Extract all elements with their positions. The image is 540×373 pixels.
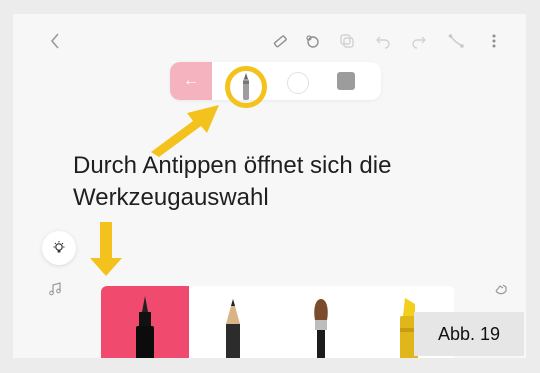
music-note-icon[interactable] bbox=[47, 281, 63, 297]
caption-line-1: Durch Antippen öffnet sich die bbox=[73, 152, 392, 179]
tool-tray bbox=[101, 286, 454, 358]
app-screen: ← Durch Antippen öffnet sich die Werkzeu… bbox=[13, 14, 526, 358]
undo-icon[interactable] bbox=[374, 32, 392, 50]
caption-text: Durch Antippen öffnet sich die Werkzeuga… bbox=[73, 150, 513, 214]
lasso-icon[interactable] bbox=[303, 32, 321, 50]
tray-tool-pencil[interactable] bbox=[189, 286, 277, 358]
tray-tool-fineliner[interactable] bbox=[101, 286, 189, 358]
caption-line-2: Werkzeugauswahl bbox=[73, 184, 269, 211]
idea-button[interactable] bbox=[42, 231, 76, 265]
pencil-icon bbox=[226, 299, 240, 358]
more-icon[interactable] bbox=[485, 32, 503, 50]
redo-icon[interactable] bbox=[410, 32, 428, 50]
arrow-left-icon: ← bbox=[183, 72, 199, 89]
tray-tool-brush[interactable] bbox=[277, 286, 365, 358]
fineliner-pen-icon bbox=[136, 296, 154, 358]
top-toolbar bbox=[13, 14, 526, 64]
close-tool-panel-button[interactable]: ← bbox=[170, 62, 212, 100]
figure-label: Abb. 19 bbox=[414, 312, 524, 356]
brush-icon bbox=[314, 299, 328, 358]
back-icon[interactable] bbox=[46, 32, 64, 50]
path-icon[interactable] bbox=[447, 32, 465, 50]
lightbulb-icon bbox=[53, 241, 65, 253]
ruler-icon[interactable] bbox=[271, 32, 289, 50]
arrow-down-icon bbox=[90, 222, 122, 276]
hand-tool-icon[interactable] bbox=[493, 281, 509, 297]
color-swatch-icon[interactable] bbox=[337, 72, 355, 90]
stroke-size-icon[interactable] bbox=[287, 72, 309, 94]
copy-icon[interactable] bbox=[338, 32, 356, 50]
pen-tool-icon[interactable] bbox=[240, 72, 252, 102]
